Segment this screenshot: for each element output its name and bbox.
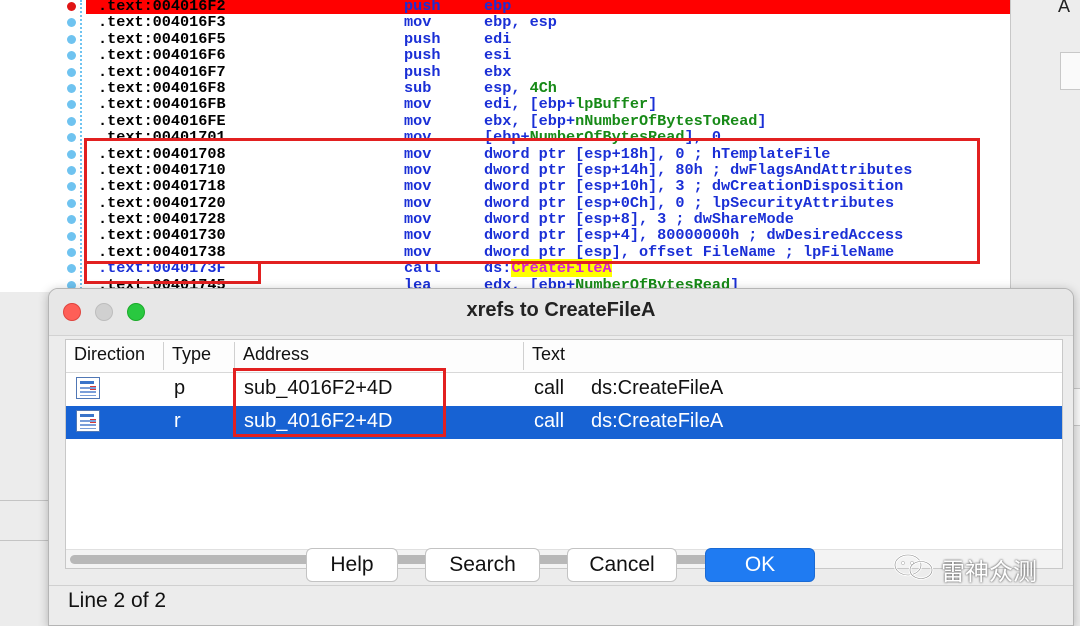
annotation-box-address — [233, 368, 446, 437]
line-marker-icon[interactable] — [67, 34, 76, 44]
code-line[interactable]: .text:004016F2 push ebp — [86, 0, 1010, 14]
operand-part: ebx — [484, 62, 512, 81]
line-marker-icon[interactable] — [67, 149, 76, 159]
right-panel-tab[interactable] — [1060, 52, 1080, 90]
code-operands: esi — [484, 47, 511, 63]
code-mnemonic: sub — [404, 78, 432, 97]
line-marker-icon[interactable] — [67, 67, 76, 77]
wechat-icon — [893, 553, 934, 580]
operand-part: lpBuffer — [575, 95, 649, 114]
annotation-box-arguments — [84, 138, 980, 264]
code-line[interactable]: .text:004016F6 push esi — [86, 46, 1010, 65]
code-mnemonic: mov — [404, 13, 432, 32]
code-mnemonic: mov — [404, 95, 432, 114]
operand-part: ebp, esp — [484, 13, 557, 32]
code-operands: ebp, esp — [484, 14, 557, 30]
left-panel — [0, 292, 48, 616]
code-operands: edi, [ebp+lpBuffer] — [484, 96, 657, 112]
xrefs-table[interactable]: Direction Type Address Text p sub_4016F2… — [65, 339, 1063, 569]
disassembly-view[interactable]: .text:004016F2 push ebp .text:004016F3 mov eb… — [0, 0, 1010, 292]
column-header-text[interactable]: Text — [532, 344, 565, 365]
code-line[interactable]: .text:004016F3 mov ebp, esp — [86, 13, 1010, 32]
code-mnemonic: push — [404, 29, 441, 48]
code-mnemonic: mov — [404, 111, 432, 130]
code-mnemonic: push — [404, 0, 441, 15]
line-marker-icon[interactable] — [67, 51, 76, 61]
row-text-op: call — [534, 377, 565, 399]
operand-part: ] — [648, 95, 658, 114]
dialog-titlebar[interactable]: xrefs to CreateFileA — [49, 289, 1073, 336]
status-bar: Line 2 of 2 — [49, 585, 1073, 625]
column-header-type[interactable]: Type — [172, 344, 211, 365]
code-operands: ebx, [ebp+nNumberOfBytesToRead] — [484, 113, 767, 129]
row-type: p — [174, 377, 186, 399]
code-operands: edi — [484, 31, 511, 47]
xref-code-icon — [76, 410, 100, 432]
column-header-direction[interactable]: Direction — [74, 344, 145, 365]
flow-line — [80, 0, 82, 292]
code-address: .text:004016F7 — [98, 62, 226, 81]
line-marker-icon[interactable] — [67, 18, 76, 28]
row-type: r — [174, 410, 181, 432]
code-operands: ebp — [484, 0, 511, 14]
operand-part: ] — [757, 111, 767, 130]
code-line[interactable]: .text:004016F5 push edi — [86, 29, 1010, 48]
code-operands: ebx — [484, 62, 512, 81]
line-marker-icon[interactable] — [67, 248, 76, 257]
line-marker-icon[interactable] — [67, 133, 76, 143]
dialog-title: xrefs to CreateFileA — [466, 299, 656, 321]
row-text-arg: ds:CreateFileA — [591, 410, 724, 432]
search-button[interactable]: Search — [425, 548, 540, 582]
status-text: Line 2 of 2 — [68, 589, 167, 612]
code-line[interactable]: .text:004016F8 sub esp, 4Ch — [86, 78, 1010, 97]
line-marker-icon[interactable] — [67, 231, 76, 241]
row-text-op: call — [534, 410, 565, 432]
code-address: .text:004016F2 — [98, 0, 226, 15]
ok-button[interactable]: OK — [705, 548, 815, 582]
code-line[interactable]: .text:004016F7 push ebx — [86, 62, 1010, 81]
table-row[interactable]: p sub_4016F2+4D call ds:CreateFileA — [66, 373, 1062, 406]
code-address: .text:004016F6 — [98, 46, 226, 65]
line-marker-icon[interactable] — [67, 166, 76, 175]
annotation-box-call-address — [84, 261, 261, 284]
operand-part: edi — [484, 29, 512, 48]
line-marker-icon[interactable] — [67, 182, 76, 192]
code-line[interactable]: .text:004016FE mov ebx, [ebp+nNumberOfByte… — [86, 111, 1010, 130]
watermark-text: 雷神众测 — [941, 559, 1037, 586]
line-marker-icon[interactable] — [67, 116, 76, 126]
code-mnemonic: push — [404, 46, 441, 65]
operand-part: esi — [484, 46, 512, 65]
code-address: .text:004016F8 — [98, 78, 226, 97]
breakpoint-icon[interactable] — [67, 2, 76, 11]
line-marker-icon[interactable] — [67, 215, 76, 225]
gutter — [0, 0, 86, 292]
operand-part: edi, [ebp+ — [484, 95, 576, 114]
line-marker-icon[interactable] — [67, 198, 76, 208]
help-button[interactable]: Help — [306, 548, 398, 582]
code-address: .text:004016FE — [98, 111, 226, 130]
right-panel-label: A — [1058, 0, 1071, 16]
table-header: Direction Type Address Text — [66, 340, 1062, 373]
cancel-button[interactable]: Cancel — [567, 548, 677, 582]
operand-part: nNumberOfBytesToRead — [575, 111, 758, 130]
code-operands: esp, 4Ch — [484, 80, 557, 96]
row-text-arg: ds:CreateFileA — [591, 377, 724, 399]
code-address: .text:004016F5 — [98, 29, 226, 48]
operand-part: ebx, [ebp+ — [484, 111, 576, 130]
column-header-address[interactable]: Address — [243, 344, 309, 365]
code-address: .text:004016FB — [98, 95, 226, 114]
code-mnemonic: push — [404, 62, 441, 81]
line-marker-icon[interactable] — [67, 264, 76, 274]
table-row-selected[interactable]: r sub_4016F2+4D call ds:CreateFileA — [66, 406, 1062, 439]
code-address: .text:004016F3 — [98, 13, 226, 32]
xref-code-icon — [76, 377, 100, 399]
line-marker-icon[interactable] — [67, 84, 76, 93]
code-line[interactable]: .text:004016FB mov edi, [ebp+lpBuffer] — [86, 95, 1010, 114]
operand-part: 4Ch — [529, 78, 557, 97]
line-marker-icon[interactable] — [67, 100, 76, 110]
operand-part: esp, — [484, 78, 530, 97]
